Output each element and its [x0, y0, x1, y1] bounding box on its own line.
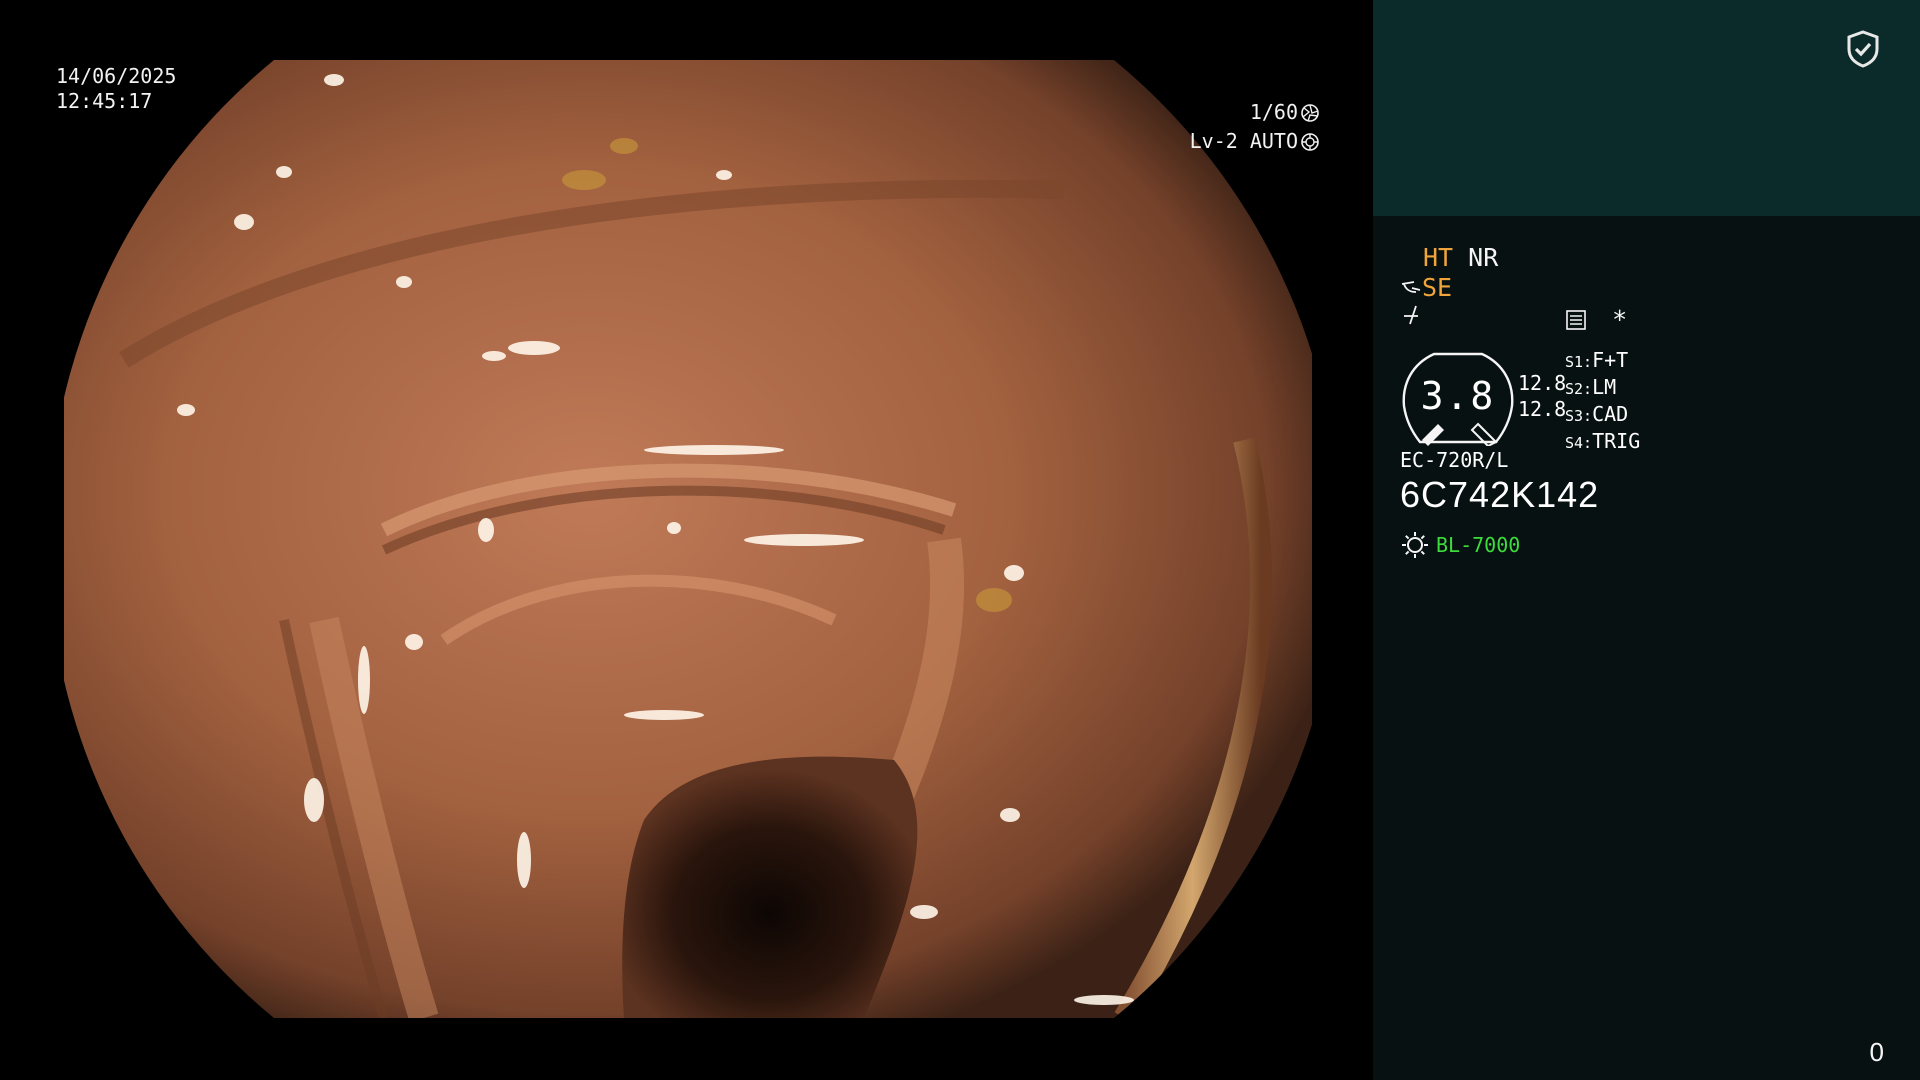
slot-key: S2: — [1565, 380, 1593, 398]
settings-row: * — [1565, 306, 1627, 334]
shutter-row: 1/60 — [1190, 98, 1320, 127]
light-source-text: BL-7000 — [1436, 533, 1521, 557]
ht-label: HT — [1423, 243, 1454, 272]
date-time-readout: 14/06/2025 12:45:17 — [56, 64, 176, 114]
asterisk-mark: * — [1612, 305, 1628, 334]
gauge-value: 3.8 — [1420, 374, 1496, 418]
se-label: SE — [1422, 273, 1453, 302]
slot-key: S4: — [1565, 434, 1593, 452]
freeze-row — [1400, 304, 1422, 332]
gauge-side-bottom: 12.8 — [1518, 397, 1567, 421]
date-text: 14/06/2025 — [56, 64, 177, 88]
iris-icon — [1301, 132, 1319, 151]
gauge-side-values: 12.8 12.8 — [1518, 370, 1566, 422]
scope-icon — [1401, 281, 1421, 293]
slot-row: S4:TRIG — [1565, 429, 1640, 456]
light-source-icon — [1402, 532, 1428, 558]
enhancement-row: HT NR — [1423, 244, 1498, 272]
shutter-text: 1/60 — [1249, 100, 1298, 124]
slot-row: S2:LM — [1565, 375, 1640, 402]
exposure-readout: 1/60 Lv-2 AUTO — [1190, 98, 1320, 156]
shutter-icon — [1301, 103, 1319, 122]
freeze-icon — [1404, 305, 1418, 325]
slot-row: S3:CAD — [1565, 402, 1640, 429]
page-counter: 0 — [1869, 1037, 1884, 1067]
endoscope-image — [64, 60, 1312, 1018]
slot-key: S1: — [1565, 353, 1593, 371]
slot-value: LM — [1592, 375, 1617, 399]
slot-key: S3: — [1565, 407, 1593, 425]
se-row: SE — [1400, 274, 1452, 302]
panel-header — [1373, 0, 1920, 216]
slot-value: F+T — [1592, 348, 1629, 372]
slot-value: TRIG — [1592, 429, 1641, 453]
scope-model: EC-720R/L — [1400, 448, 1509, 472]
nr-label: NR — [1468, 243, 1499, 272]
slot-value: CAD — [1592, 402, 1629, 426]
light-source-row: BL-7000 — [1400, 530, 1520, 560]
settings-list-icon[interactable] — [1565, 309, 1587, 331]
endoscopy-screen: 14/06/2025 12:45:17 1/60 Lv-2 AUTO HT NR… — [0, 0, 1920, 1080]
gauge-side-top: 12.8 — [1518, 371, 1567, 395]
endoscope-view: 14/06/2025 12:45:17 1/60 Lv-2 AUTO — [0, 0, 1372, 1080]
shield-check-icon[interactable] — [1846, 30, 1880, 68]
scope-serial: 6C742K142 — [1400, 474, 1600, 515]
switch-assignments: S1:F+T S2:LM S3:CAD S4:TRIG — [1565, 348, 1640, 456]
iris-text: Lv-2 AUTO — [1189, 129, 1298, 153]
info-panel: HT NR SE * 3.8 12.8 12.8 S1:F+T S2:LM S3… — [1373, 0, 1920, 1080]
slot-row: S1:F+T — [1565, 348, 1640, 375]
time-text: 12:45:17 — [56, 89, 153, 113]
iris-row: Lv-2 AUTO — [1190, 127, 1320, 156]
